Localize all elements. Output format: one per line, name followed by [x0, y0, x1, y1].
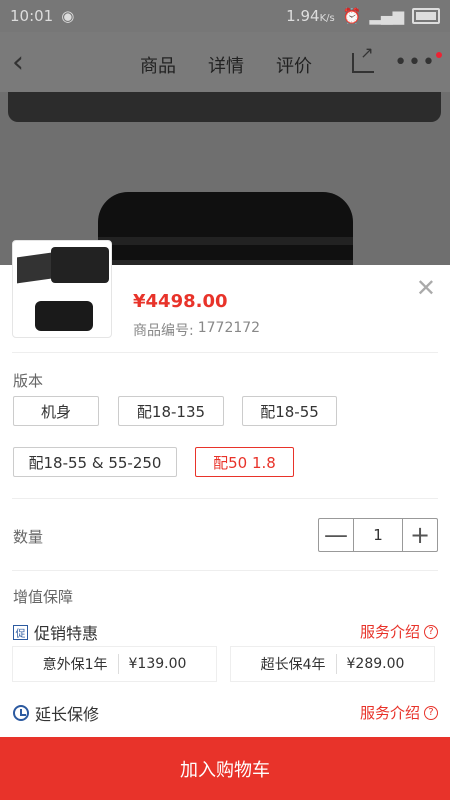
version-option[interactable]: 配18-135 — [118, 396, 224, 426]
version-option[interactable]: 配18-55 & 55-250 — [13, 447, 177, 477]
divider — [12, 498, 438, 499]
alarm-icon: ⏰ — [342, 7, 362, 25]
promo-service-link[interactable]: 服务介绍 ? — [360, 621, 438, 642]
notification-dot — [436, 52, 442, 58]
extended-service-link[interactable]: 服务介绍 ? — [360, 702, 438, 723]
signal-icon: ▂▄▆ — [369, 7, 404, 25]
minus-icon[interactable]: — — [319, 519, 353, 551]
lens-image — [98, 192, 353, 267]
status-time: 10:01 — [10, 7, 54, 25]
add-to-cart-button[interactable]: 加入购物车 — [0, 737, 450, 800]
tab-product[interactable]: 商品 — [140, 52, 176, 78]
top-nav-bar: ‹ 商品 详情 评价 ••• — [0, 32, 450, 92]
network-speed: 1.94K/s — [286, 7, 335, 25]
version-option[interactable]: 配18-55 — [242, 396, 337, 426]
clock-icon — [13, 705, 29, 721]
notification-icon: ◉ — [61, 7, 75, 25]
tab-reviews[interactable]: 评价 — [276, 52, 312, 78]
battery-icon — [412, 8, 440, 24]
tab-details[interactable]: 详情 — [208, 52, 244, 78]
promo-icon: 促 — [13, 624, 28, 640]
product-thumbnail — [12, 240, 112, 338]
camera-image — [8, 92, 441, 122]
status-bar: 10:01 ◉ 1.94K/s ⏰ ▂▄▆ — [0, 0, 450, 32]
quantity-value[interactable]: 1 — [353, 519, 403, 551]
product-price: ¥4498.00 — [133, 291, 228, 312]
quantity-stepper: — 1 + — [318, 518, 438, 552]
chevron-left-icon[interactable]: ‹ — [12, 48, 24, 78]
quantity-title: 数量 — [13, 528, 44, 546]
version-option-selected[interactable]: 配50 1.8 — [195, 447, 294, 477]
close-icon[interactable]: ✕ — [416, 274, 436, 302]
divider — [12, 352, 438, 353]
promo-section-label: 促 促销特惠 — [13, 620, 98, 644]
product-code: 商品编号: 1772172 — [133, 320, 261, 339]
warranty-option[interactable]: 意外保1年 ¥139.00 — [12, 646, 217, 682]
version-title: 版本 — [13, 372, 44, 390]
plus-icon[interactable]: + — [403, 519, 437, 551]
question-icon: ? — [424, 624, 438, 639]
version-option[interactable]: 机身 — [13, 396, 99, 426]
more-icon[interactable]: ••• — [394, 50, 442, 75]
divider — [12, 570, 438, 571]
share-icon[interactable] — [352, 43, 375, 73]
value-added-title: 增值保障 — [13, 588, 74, 606]
question-icon: ? — [424, 705, 438, 720]
warranty-option[interactable]: 超长保4年 ¥289.00 — [230, 646, 435, 682]
extended-warranty-label: 延长保修 — [13, 701, 99, 725]
